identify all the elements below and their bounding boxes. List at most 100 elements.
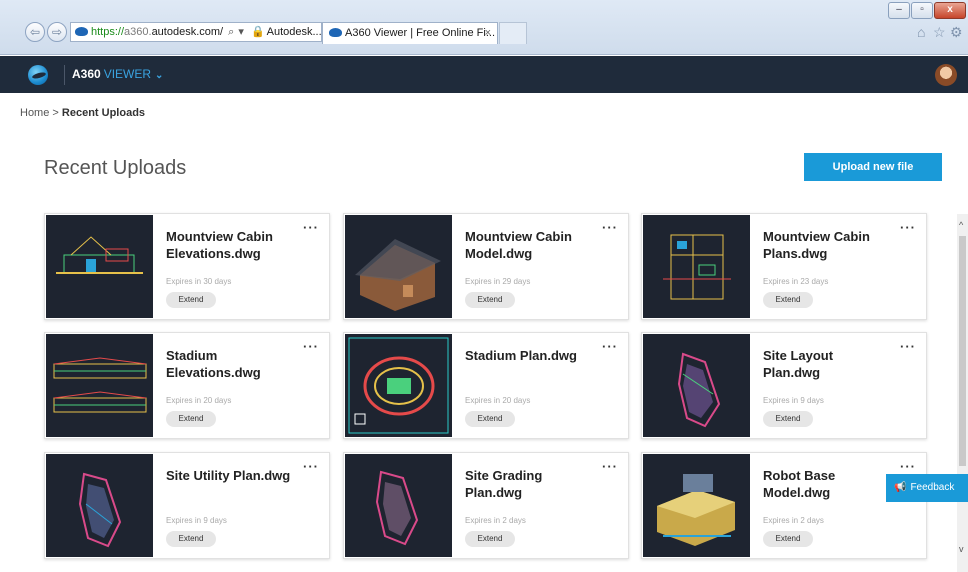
drawing-preview — [663, 234, 731, 300]
expiry-text: Expires in 20 days — [166, 396, 232, 405]
extend-button[interactable]: Extend — [166, 292, 216, 308]
more-options-icon[interactable]: ··· — [900, 339, 916, 354]
tab-close-icon[interactable]: × — [485, 23, 491, 44]
file-name[interactable]: Stadium Elevations.dwg — [166, 347, 294, 381]
more-options-icon[interactable]: ··· — [303, 459, 319, 474]
a360-logo-icon[interactable] — [28, 65, 48, 85]
expiry-text: Expires in 9 days — [166, 516, 227, 525]
tab-title: A360 Viewer | Free Online Fi... — [345, 27, 495, 39]
lock-icon[interactable]: 🔒 — [251, 26, 265, 38]
back-button[interactable]: ⇦ — [25, 22, 45, 42]
feedback-button[interactable]: 📢 Feedback — [886, 474, 968, 502]
drawing-preview — [355, 239, 441, 311]
extend-button[interactable]: Extend — [465, 292, 515, 308]
more-options-icon[interactable]: ··· — [900, 459, 916, 474]
file-name[interactable]: Robot Base Model.dwg — [763, 467, 891, 501]
file-thumbnail[interactable] — [345, 215, 452, 318]
expiry-text: Expires in 23 days — [763, 277, 829, 286]
file-name[interactable]: Stadium Plan.dwg — [465, 347, 593, 364]
more-options-icon[interactable]: ··· — [303, 339, 319, 354]
file-thumbnail[interactable] — [643, 334, 750, 437]
file-thumbnail[interactable] — [643, 454, 750, 557]
file-card[interactable]: Mountview Cabin Model.dwg ··· Expires in 2… — [343, 213, 629, 320]
scroll-up-icon[interactable]: ^ — [959, 220, 963, 230]
site-favicon-icon — [75, 27, 88, 36]
expiry-text: Expires in 30 days — [166, 277, 232, 286]
site-identity: Autodesk... — [266, 26, 322, 38]
file-thumbnail[interactable] — [46, 454, 153, 557]
expiry-text: Expires in 29 days — [465, 277, 531, 286]
extend-button[interactable]: Extend — [166, 411, 216, 427]
file-thumbnail[interactable] — [643, 215, 750, 318]
product-name: VIEWER — [103, 67, 152, 81]
forward-button[interactable]: ⇨ — [47, 22, 67, 42]
file-card[interactable]: Stadium Elevations.dwg ··· Expires in 20 d… — [44, 332, 330, 439]
file-thumbnail[interactable] — [345, 454, 452, 557]
drawing-preview — [53, 357, 147, 413]
more-options-icon[interactable]: ··· — [900, 220, 916, 235]
extend-button[interactable]: Extend — [166, 531, 216, 547]
expiry-text: Expires in 9 days — [763, 396, 824, 405]
more-options-icon[interactable]: ··· — [602, 459, 618, 474]
page-title: Recent Uploads — [44, 157, 187, 179]
extend-button[interactable]: Extend — [763, 411, 813, 427]
file-card[interactable]: Site Grading Plan.dwg ··· Expires in 2 day… — [343, 452, 629, 559]
breadcrumb: Home > Recent Uploads — [20, 107, 145, 119]
file-name[interactable]: Site Grading Plan.dwg — [465, 467, 593, 501]
more-options-icon[interactable]: ··· — [602, 339, 618, 354]
file-card[interactable]: Robot Base Model.dwg ··· Expires in 2 days… — [641, 452, 927, 559]
file-name[interactable]: Mountview Cabin Plans.dwg — [763, 228, 891, 262]
more-options-icon[interactable]: ··· — [303, 220, 319, 235]
scroll-down-icon[interactable]: v — [959, 544, 964, 554]
site-favicon-icon — [329, 28, 342, 37]
extend-button[interactable]: Extend — [465, 411, 515, 427]
file-thumbnail[interactable] — [46, 215, 153, 318]
extend-button[interactable]: Extend — [763, 531, 813, 547]
file-name[interactable]: Site Utility Plan.dwg — [166, 467, 294, 484]
url-domain: autodesk.com/ — [151, 26, 224, 38]
file-name[interactable]: Mountview Cabin Model.dwg — [465, 228, 593, 262]
scrollbar-thumb[interactable] — [959, 236, 966, 466]
file-card[interactable]: Site Utility Plan.dwg ··· Expires in 9 day… — [44, 452, 330, 559]
minimize-button[interactable]: – — [888, 2, 910, 19]
extend-button[interactable]: Extend — [465, 531, 515, 547]
extend-button[interactable]: Extend — [763, 292, 813, 308]
favorites-icon[interactable]: ☆ — [933, 24, 946, 41]
close-window-button[interactable]: x — [934, 2, 966, 19]
drawing-preview — [657, 474, 735, 546]
address-bar[interactable]: https://a360.autodesk.com/ ⌕ ▾ 🔒 Autodesk.… — [70, 22, 322, 42]
header-divider — [64, 65, 65, 85]
breadcrumb-home-link[interactable]: Home — [20, 107, 49, 119]
expiry-text: Expires in 2 days — [465, 516, 526, 525]
file-card[interactable]: Mountview Cabin Plans.dwg ··· Expires in 2… — [641, 213, 927, 320]
expiry-text: Expires in 2 days — [763, 516, 824, 525]
chevron-down-icon: ⌄ — [155, 70, 164, 81]
file-thumbnail[interactable] — [46, 334, 153, 437]
drawing-preview — [375, 470, 419, 546]
breadcrumb-separator: > — [52, 107, 59, 119]
maximize-button[interactable]: ▫ — [911, 2, 933, 19]
settings-icon[interactable]: ⚙ — [950, 24, 963, 41]
drawing-preview — [78, 472, 122, 548]
scrollbar[interactable]: ^ v — [957, 214, 968, 572]
upload-new-file-button[interactable]: Upload new file — [804, 153, 942, 181]
search-icon[interactable]: ⌕ — [228, 26, 234, 38]
drawing-preview — [677, 352, 721, 428]
product-switcher[interactable]: A360 VIEWER ⌄ — [72, 67, 163, 81]
dropdown-icon[interactable]: ▾ — [238, 26, 244, 38]
file-thumbnail[interactable] — [345, 334, 452, 437]
tab-a360-viewer[interactable]: A360 Viewer | Free Online Fi... × — [322, 22, 498, 44]
brand-name: A360 — [72, 67, 101, 81]
file-card[interactable]: Site Layout Plan.dwg ··· Expires in 9 days… — [641, 332, 927, 439]
new-tab-button[interactable] — [499, 22, 527, 44]
file-card[interactable]: Mountview Cabin Elevations.dwg ··· Expires… — [44, 213, 330, 320]
url-subdomain: a360. — [124, 26, 152, 38]
home-icon[interactable]: ⌂ — [917, 24, 925, 40]
file-name[interactable]: Mountview Cabin Elevations.dwg — [166, 228, 294, 262]
user-avatar[interactable] — [935, 64, 957, 86]
breadcrumb-current: Recent Uploads — [61, 107, 146, 119]
file-name[interactable]: Site Layout Plan.dwg — [763, 347, 891, 381]
file-card[interactable]: Stadium Plan.dwg ··· Expires in 20 days Ext… — [343, 332, 629, 439]
more-options-icon[interactable]: ··· — [602, 220, 618, 235]
drawing-preview — [348, 337, 449, 434]
